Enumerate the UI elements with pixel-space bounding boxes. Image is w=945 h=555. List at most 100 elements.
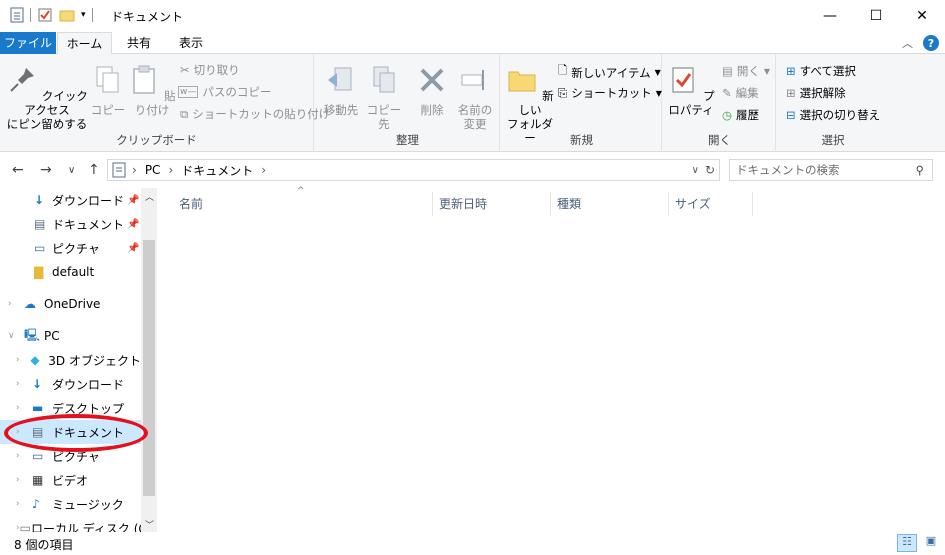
copy-button[interactable]: コピー [90,64,126,117]
chevron-right-icon[interactable]: › [16,379,32,389]
pictures-icon: ▭ [34,241,46,255]
nav-scrollbar-thumb[interactable] [143,240,155,496]
column-name[interactable]: 名前 [173,192,433,216]
nav-item-documents[interactable]: › ▤ ドキュメント [0,420,141,444]
maximize-button[interactable]: ☐ [853,0,899,32]
rename-button[interactable]: 名前の 変更 [454,64,496,131]
nav-item-onedrive[interactable]: › ☁ OneDrive [0,292,141,316]
chevron-right-icon[interactable]: › [16,499,32,509]
address-history-chevron-icon[interactable]: ∨ [692,165,699,176]
chevron-down-icon: ▼ [763,66,771,76]
nav-item-label: ピクチャ [52,449,100,464]
organize-group-label: 整理 [396,133,419,147]
copy-path-button[interactable]: w— パスのコピー [178,84,271,100]
easy-access-button[interactable]: ⎘ ショートカット ▼ [558,85,662,101]
download-arrow-icon: ↓ [34,193,45,207]
breadcrumb-chevron-icon: › [168,163,174,177]
chevron-down-icon[interactable]: ∨ [68,165,75,176]
tab-file[interactable]: ファイル [0,32,56,54]
tab-home[interactable]: ホーム [57,32,112,55]
scroll-down-icon[interactable]: ﹀ [145,518,154,531]
minimize-button[interactable]: — [807,0,853,32]
nav-item-downloads-quick[interactable]: ↓ ダウンロード 📌 [0,188,141,212]
chevron-right-icon[interactable]: › [16,451,32,461]
file-list[interactable]: ^ 名前 更新日時 種類 サイズ [157,186,945,532]
scroll-up-icon[interactable]: ︿ [145,190,154,203]
computer-icon: 🖳 [24,327,41,342]
column-type[interactable]: 種類 [551,192,669,216]
nav-item-music[interactable]: › ♪ ミュージック [0,492,141,516]
delete-button[interactable]: 削除 [414,64,450,117]
properties-button[interactable]: プロパティ [666,64,716,117]
chevron-right-icon[interactable]: › [16,427,32,437]
nav-item-documents-quick[interactable]: ▤ ドキュメント 📌 [0,212,141,236]
forward-arrow-icon[interactable]: → [40,162,52,178]
refresh-icon[interactable]: ↻ [705,163,715,177]
invert-selection-button[interactable]: ⊟ 選択の切り替え [786,107,880,123]
tab-view[interactable]: 表示 [165,32,217,54]
document-icon[interactable] [10,7,24,23]
new-folder-icon[interactable] [59,7,75,23]
breadcrumb-documents[interactable]: ドキュメント [181,162,253,179]
open-icon: ▤ [722,64,733,78]
delete-label: 削除 [420,103,444,117]
address-bar[interactable]: › PC › ドキュメント › ∨ ↻ [107,159,720,181]
pin-quick-access-button[interactable]: クイック アクセス にピン留めする [6,64,88,131]
nav-item-pictures[interactable]: › ▭ ピクチャ [0,444,141,468]
select-group: ⊞ すべて選択 ⊞ 選択解除 ⊟ 選択の切り替え 選択 [778,54,888,152]
chevron-down-icon[interactable]: ▾ [81,10,86,20]
shortcut-icon: ⎘ [558,85,568,100]
nav-item-videos[interactable]: › ▦ ビデオ [0,468,141,492]
select-none-button[interactable]: ⊞ 選択解除 [786,85,846,101]
easy-access-label: ショートカット [571,86,652,100]
column-date-modified[interactable]: 更新日時 [433,192,551,216]
window-title: ドキュメント [111,10,184,24]
up-arrow-icon[interactable]: ↑ [88,162,100,178]
paste-shortcut-button[interactable]: ⧉ ショートカットの貼り付け [180,106,330,122]
select-none-label: 選択解除 [799,86,846,100]
large-icons-view-icon[interactable]: ▣ [921,534,941,552]
breadcrumb-pc[interactable]: PC [145,163,161,177]
chevron-down-icon[interactable]: ∨ [8,331,24,341]
back-arrow-icon[interactable]: ← [12,162,24,178]
paste-button[interactable]: 貼り付け [128,64,176,117]
copy-label: コピー [90,103,126,117]
close-button[interactable]: ✕ [899,0,945,32]
folder-icon [508,71,536,92]
column-size[interactable]: サイズ [669,192,753,216]
tab-share[interactable]: 共有 [113,32,165,54]
chevron-right-icon[interactable]: › [16,355,30,365]
open-group: プロパティ ▤ 開く ▼ ✎ 編集 ◷ 履歴 開く [664,54,776,152]
nav-item-default[interactable]: ▇ default [0,260,141,284]
cut-button[interactable]: ✂ 切り取り [180,62,240,78]
edit-button[interactable]: ✎ 編集 [722,85,759,101]
copy-path-label: パスのコピー [202,85,272,99]
cloud-icon: ☁ [24,297,36,311]
chevron-right-icon[interactable]: › [16,403,32,413]
nav-item-local-disk[interactable]: › ▭ ローカル ディスク (C [0,516,147,532]
search-input[interactable]: ドキュメントの検索 ⚲ [729,159,933,181]
nav-item-pc[interactable]: ∨ 🖳 PC [0,324,141,348]
open-button[interactable]: ▤ 開く ▼ [722,63,770,79]
select-all-icon: ⊞ [786,64,796,78]
chevron-right-icon[interactable]: › [16,475,32,485]
nav-item-downloads[interactable]: › ↓ ダウンロード [0,372,141,396]
collapse-ribbon-icon[interactable]: ︿ [902,35,913,51]
history-button[interactable]: ◷ 履歴 [722,107,759,123]
nav-item-label: default [52,265,95,279]
properties-check-icon[interactable] [37,7,53,23]
new-item-icon: 🗋 [558,63,568,77]
select-all-button[interactable]: ⊞ すべて選択 [786,63,856,79]
copy-to-button[interactable]: コピー先 [362,64,406,131]
new-item-button[interactable]: 🗋 新しいアイテム ▼ [558,63,661,82]
music-icon: ♪ [32,497,40,511]
copy-icon [96,66,119,93]
nav-item-3d-objects[interactable]: › ◆ 3D オブジェクト [0,348,141,372]
chevron-right-icon[interactable]: › [8,299,24,309]
details-view-icon[interactable]: ☷ [897,534,917,552]
nav-item-pictures-quick[interactable]: ▭ ピクチャ 📌 [0,236,141,260]
help-icon[interactable]: ? [923,35,939,51]
nav-item-desktop[interactable]: › ▬ デスクトップ [0,396,141,420]
scissors-icon: ✂ [180,63,190,77]
move-to-button[interactable]: 移動先 [320,64,362,117]
